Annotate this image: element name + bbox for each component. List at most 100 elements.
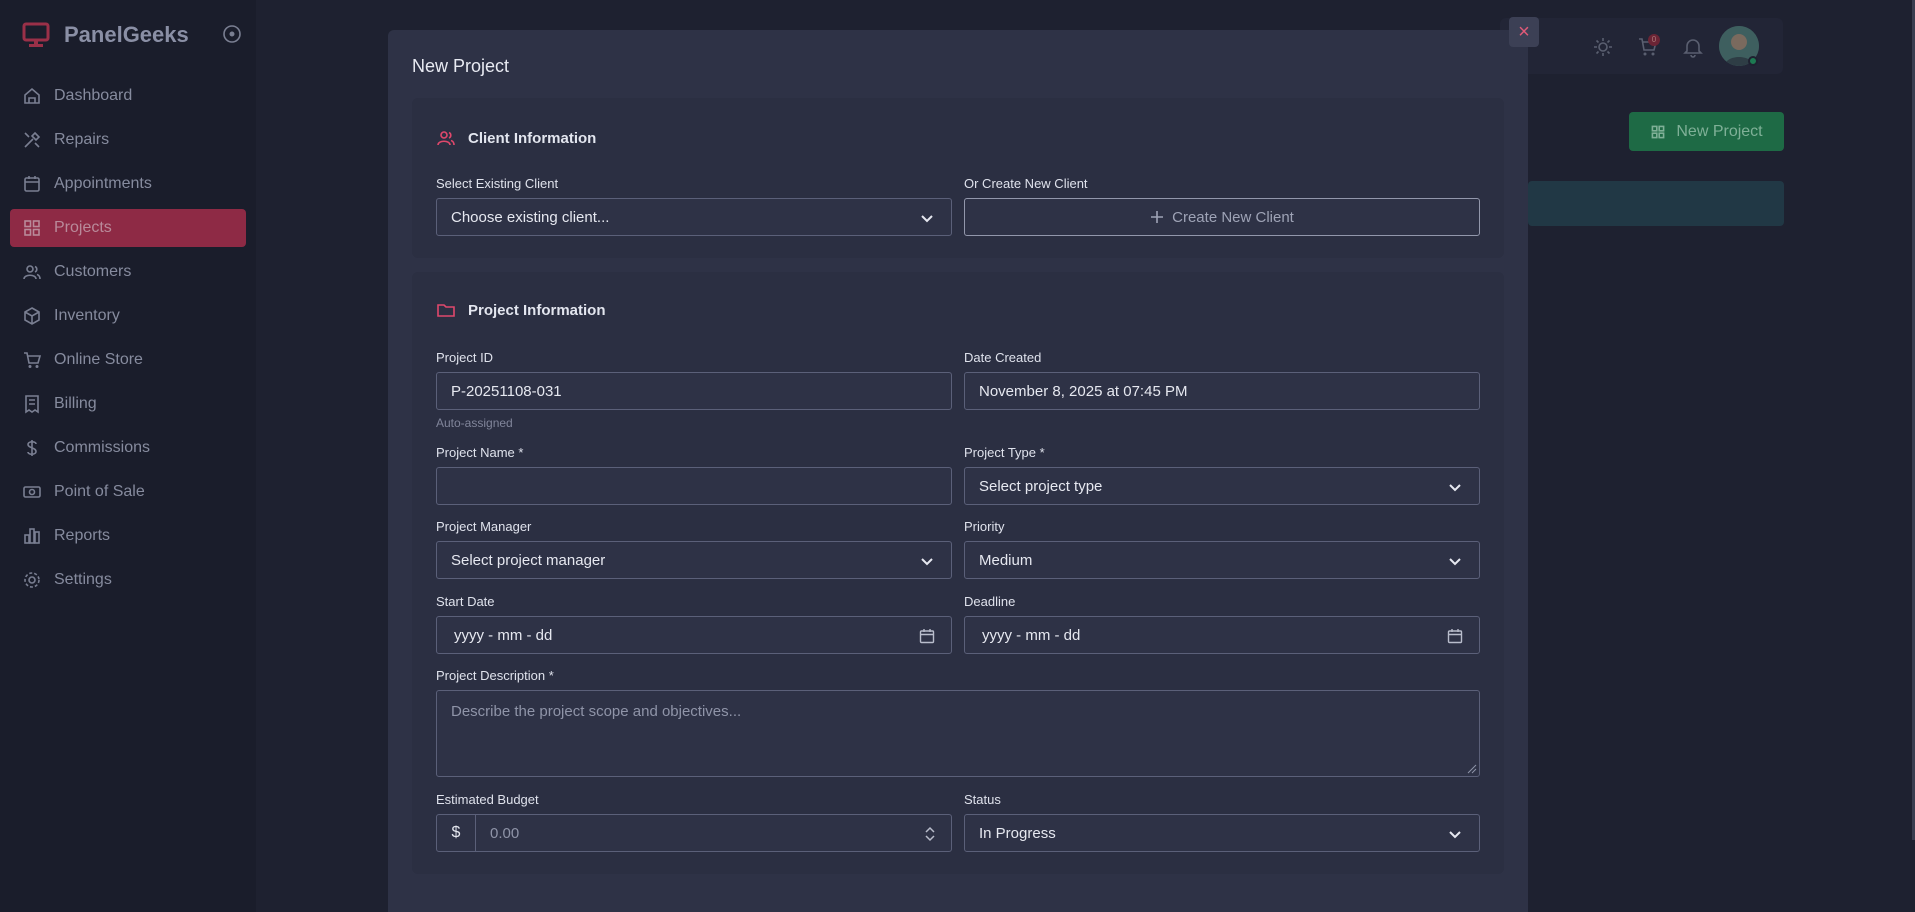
- online-status-dot: [1748, 56, 1758, 66]
- select-value: Select project manager: [451, 551, 606, 569]
- brand[interactable]: PanelGeeks: [22, 18, 189, 52]
- sidebar-item-billing[interactable]: Billing: [10, 385, 246, 423]
- sidebar-item-label: Commissions: [54, 439, 151, 456]
- users-icon: [437, 131, 455, 146]
- plus-icon: [1151, 211, 1164, 223]
- sidebar-item-dashboard[interactable]: Dashboard: [10, 77, 246, 115]
- project-description-label: Project Description *: [436, 668, 554, 683]
- sidebar-item-label: Point of Sale: [54, 483, 145, 500]
- sidebar-item-appointments[interactable]: Appointments: [10, 165, 246, 203]
- project-id-hint: Auto-assigned: [436, 416, 513, 430]
- sidebar-item-projects[interactable]: Projects: [10, 209, 246, 247]
- sidebar-item-label: Dashboard: [54, 87, 133, 104]
- home-icon: [24, 87, 40, 104]
- sidebar-item-label: Repairs: [54, 131, 110, 148]
- sidebar-item-commissions[interactable]: Commissions: [10, 429, 246, 467]
- new-project-modal: New Project Client Information Select Ex…: [388, 30, 1528, 912]
- receipt-icon: [25, 395, 39, 414]
- calendar-icon: [24, 176, 40, 192]
- sidebar-item-customers[interactable]: Customers: [10, 253, 246, 291]
- project-description-input[interactable]: [436, 690, 1480, 777]
- modal-title: New Project: [412, 56, 510, 76]
- new-project-button[interactable]: New Project: [1629, 112, 1784, 151]
- chevron-down-icon: [1449, 831, 1461, 839]
- status-select[interactable]: In Progress: [964, 814, 1480, 852]
- estimated-budget-input[interactable]: 0.00: [475, 814, 952, 852]
- cash-icon: [23, 486, 41, 498]
- priority-label: Priority: [964, 519, 1005, 534]
- project-name-input[interactable]: [436, 467, 952, 505]
- collapse-sidebar-icon[interactable]: [222, 24, 242, 44]
- currency-prefix: $: [436, 814, 476, 852]
- project-id-field[interactable]: P-20251108-031: [436, 372, 952, 410]
- close-icon: ×: [1518, 20, 1530, 43]
- chevron-down-icon: [1449, 484, 1461, 492]
- start-date-input[interactable]: yyyy - mm - dd: [436, 616, 952, 654]
- grid-icon: [1651, 125, 1665, 138]
- stepper-arrows-icon[interactable]: [923, 826, 937, 842]
- cart-badge: 0: [1648, 34, 1660, 46]
- date-created-field[interactable]: November 8, 2025 at 07:45 PM: [964, 372, 1480, 410]
- sun-icon[interactable]: [1592, 36, 1614, 58]
- box-icon: [24, 307, 40, 325]
- project-type-select[interactable]: Select project type: [964, 467, 1480, 505]
- client-information-card: Client Information Select Existing Clien…: [412, 98, 1504, 258]
- sidebar-item-repairs[interactable]: Repairs: [10, 121, 246, 159]
- sidebar-item-label: Customers: [54, 263, 132, 280]
- project-name-text[interactable]: [451, 477, 951, 495]
- date-placeholder: yyyy - mm - dd: [982, 626, 1081, 644]
- project-description-text[interactable]: [451, 703, 1465, 763]
- sidebar-item-label: Settings: [54, 571, 112, 588]
- start-date-label: Start Date: [436, 594, 495, 609]
- create-client-label: Or Create New Client: [964, 176, 1088, 191]
- calendar-icon[interactable]: [1447, 628, 1463, 644]
- sidebar-item-label: Online Store: [54, 351, 143, 368]
- sidebar-item-reports[interactable]: Reports: [10, 517, 246, 555]
- budget-placeholder: 0.00: [490, 824, 520, 842]
- sidebar-nav: Dashboard Repairs Appointments Projects …: [10, 77, 246, 605]
- sidebar-item-label: Appointments: [54, 175, 152, 192]
- section-title: Client Information: [468, 129, 597, 147]
- status-label: Status: [964, 792, 1001, 807]
- estimated-budget-label: Estimated Budget: [436, 792, 539, 807]
- monitor-icon: [22, 21, 50, 49]
- resize-handle-icon[interactable]: [1467, 764, 1477, 774]
- sidebar-item-settings[interactable]: Settings: [10, 561, 246, 599]
- new-project-label: New Project: [1676, 122, 1763, 140]
- bell-icon[interactable]: [1682, 36, 1704, 58]
- folder-icon: [437, 304, 455, 317]
- priority-select[interactable]: Medium: [964, 541, 1480, 579]
- project-manager-label: Project Manager: [436, 519, 532, 534]
- info-banner: [1528, 181, 1784, 226]
- dollar-icon: [27, 440, 37, 456]
- sidebar-item-online-store[interactable]: Online Store: [10, 341, 246, 379]
- tools-icon: [24, 131, 41, 148]
- section-title: Project Information: [468, 301, 606, 319]
- create-client-text: Create New Client: [1172, 208, 1294, 226]
- client-information-heading: Client Information: [436, 128, 596, 148]
- bar-chart-icon: [24, 528, 40, 544]
- existing-client-label: Select Existing Client: [436, 176, 559, 191]
- users-icon: [23, 265, 41, 280]
- calendar-icon[interactable]: [919, 628, 935, 644]
- project-type-label: Project Type *: [964, 445, 1045, 460]
- sidebar-item-label: Reports: [54, 527, 111, 544]
- project-manager-select[interactable]: Select project manager: [436, 541, 952, 579]
- deadline-input[interactable]: yyyy - mm - dd: [964, 616, 1480, 654]
- create-new-client-button[interactable]: Create New Client: [964, 198, 1480, 236]
- sidebar-item-inventory[interactable]: Inventory: [10, 297, 246, 335]
- existing-client-select[interactable]: Choose existing client...: [436, 198, 952, 236]
- date-created-label: Date Created: [964, 350, 1042, 365]
- chevron-down-icon: [921, 558, 933, 566]
- brand-name: PanelGeeks: [64, 22, 189, 47]
- chevron-down-icon: [1449, 558, 1461, 566]
- project-information-card: Project Information Project ID P-2025110…: [412, 272, 1504, 874]
- select-value: Medium: [979, 551, 1033, 569]
- deadline-label: Deadline: [964, 594, 1016, 609]
- project-name-label: Project Name *: [436, 445, 524, 460]
- select-value: In Progress: [979, 824, 1056, 842]
- sidebar-item-point-of-sale[interactable]: Point of Sale: [10, 473, 246, 511]
- sidebar-item-label: Inventory: [54, 307, 120, 324]
- close-button[interactable]: ×: [1509, 17, 1539, 47]
- grid-icon: [24, 220, 40, 236]
